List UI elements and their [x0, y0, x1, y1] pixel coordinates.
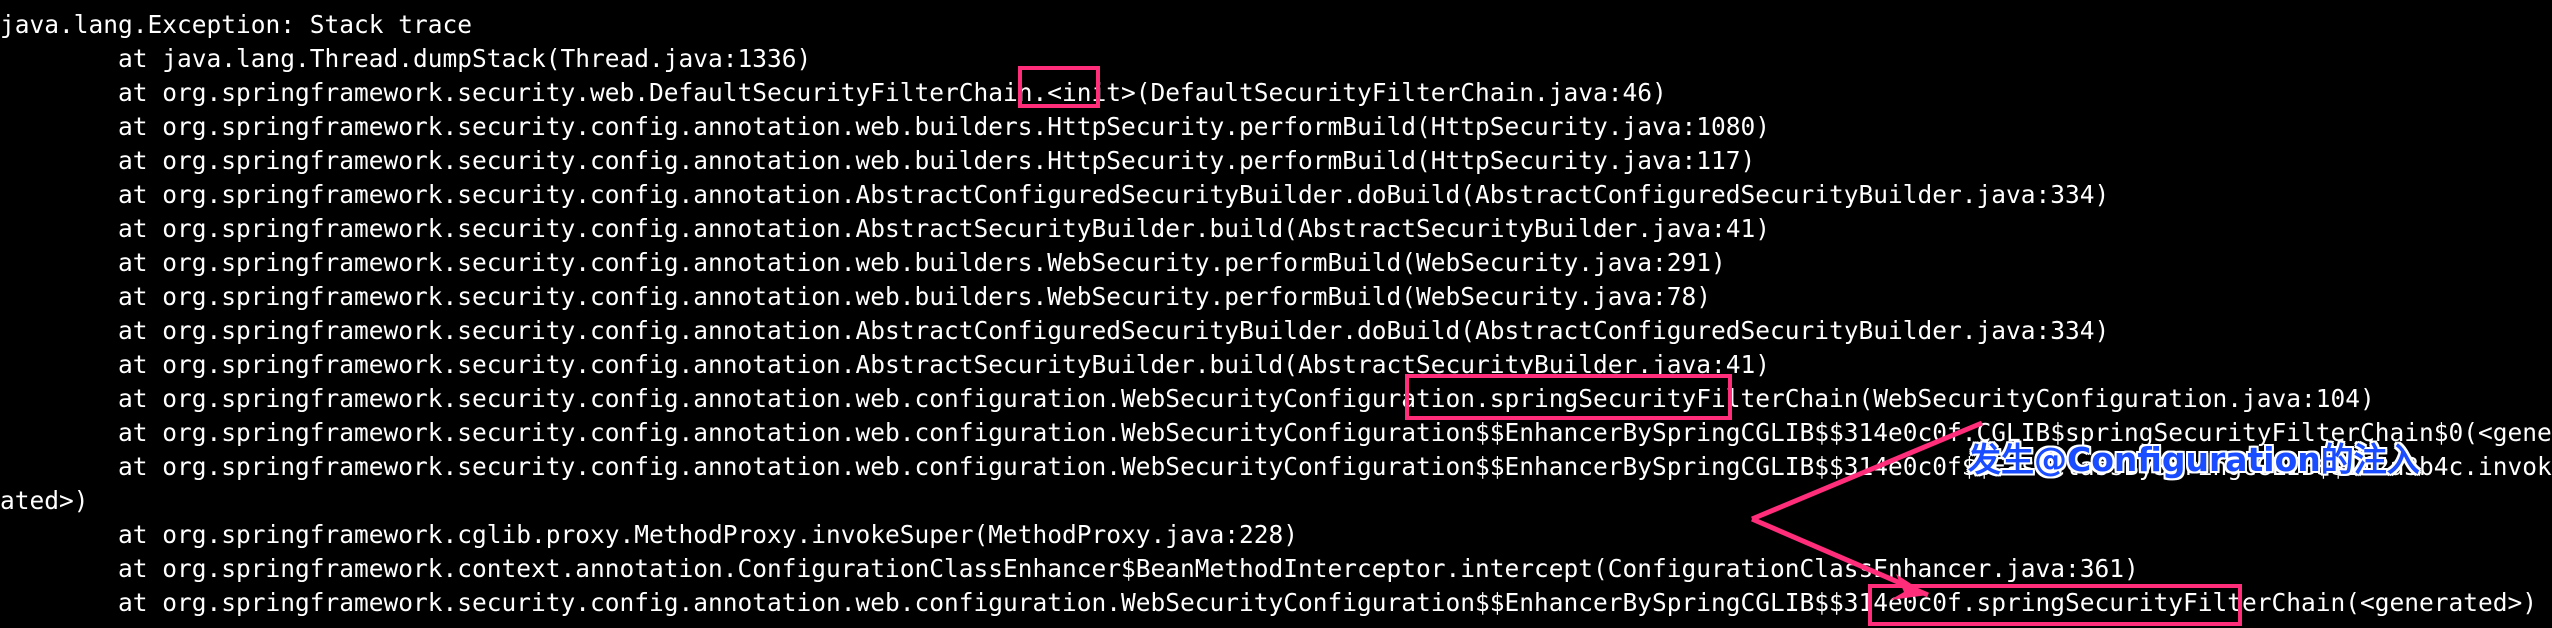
- stack-trace-line: at java.lang.Thread.dumpStack(Thread.jav…: [0, 44, 812, 73]
- stack-trace-line: at org.springframework.security.config.a…: [0, 316, 2110, 345]
- stack-trace-line: at org.springframework.security.config.a…: [0, 214, 1771, 243]
- terminal-window: java.lang.Exception: Stack trace at java…: [0, 0, 2552, 628]
- stack-trace-line: at org.springframework.security.config.a…: [0, 384, 2375, 413]
- stack-trace-line: at org.springframework.security.config.a…: [0, 180, 2110, 209]
- stack-trace-line: at org.springframework.security.config.a…: [0, 248, 1726, 277]
- stack-trace-line: at org.springframework.security.web.Defa…: [0, 78, 1667, 107]
- init-highlight-box: [1018, 66, 1100, 108]
- stack-trace-line: ated>): [0, 486, 89, 515]
- annotation-label: 发生@Configuration的注入: [1968, 440, 2420, 479]
- stack-trace-line: at org.springframework.security.config.a…: [0, 112, 1771, 141]
- stack-trace-line: java.lang.Exception: Stack trace: [0, 10, 473, 39]
- stack-trace-line: at org.springframework.context.annotatio…: [0, 554, 2139, 583]
- stack-trace-line: at org.springframework.cglib.proxy.Metho…: [0, 520, 1299, 549]
- stack-trace-line: at org.springframework.security.config.a…: [0, 146, 1756, 175]
- stack-trace-line: at org.springframework.security.config.a…: [0, 282, 1712, 311]
- filterchain-highlight-box: [1405, 374, 1732, 420]
- generated-filterchain-highlight-box: [1868, 584, 2242, 626]
